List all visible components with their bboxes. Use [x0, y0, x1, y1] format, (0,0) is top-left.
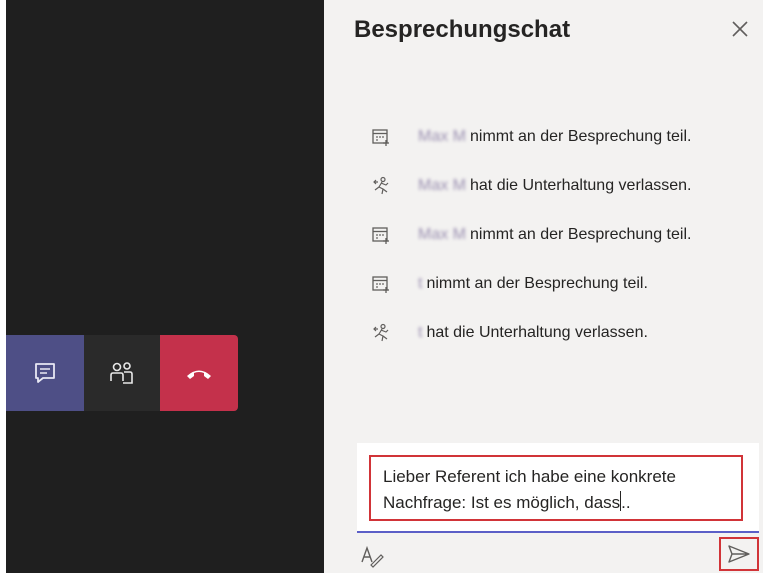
participant-name: t: [418, 323, 423, 341]
event-text: nimmt an der Besprechung teil.: [470, 127, 692, 145]
message-input[interactable]: Lieber Referent ich habe eine konkrete N…: [369, 455, 743, 521]
participant-name: t: [418, 274, 423, 292]
format-text-icon: [361, 545, 384, 568]
close-button[interactable]: [729, 18, 751, 40]
format-button[interactable]: [360, 544, 384, 568]
message-line-2: Nachfrage: Ist es möglich, dass: [383, 493, 621, 512]
hang-up-icon: [187, 370, 211, 379]
message-line-2-tail: ..: [621, 493, 631, 512]
chat-icon: [35, 363, 55, 383]
chat-panel-title: Besprechungschat: [354, 16, 571, 43]
chat-panel: Besprechungschat Max M nimmt an der Besp…: [324, 0, 763, 573]
event-text: nimmt an der Besprechung teil.: [426, 274, 648, 292]
chat-event-list: Max M nimmt an der Besprechung teil. Max…: [370, 112, 691, 357]
chat-event: Max M nimmt an der Besprechung teil.: [370, 210, 691, 259]
hang-up-button[interactable]: [160, 335, 238, 411]
call-controls-bar: [6, 335, 238, 411]
message-line-1: Lieber Referent ich habe eine konkrete: [383, 467, 676, 486]
chat-event: t hat die Unterhaltung verlassen.: [370, 308, 691, 357]
chat-event: Max M hat die Unterhaltung verlassen.: [370, 161, 691, 210]
calendar-join-icon: [370, 224, 392, 246]
message-compose-area[interactable]: Lieber Referent ich habe eine konkrete N…: [357, 443, 759, 533]
chat-event: t nimmt an der Besprechung teil.: [370, 259, 691, 308]
calendar-join-icon: [370, 273, 392, 295]
participant-name: Max M: [418, 127, 466, 145]
participant-name: Max M: [418, 176, 466, 194]
close-icon: [732, 21, 748, 37]
event-text: nimmt an der Besprechung teil.: [470, 225, 692, 243]
meeting-stage: [6, 0, 324, 573]
show-chat-button[interactable]: [6, 335, 84, 411]
send-icon: [728, 545, 750, 563]
participant-name: Max M: [418, 225, 466, 243]
person-leave-icon: [370, 322, 392, 344]
calendar-join-icon: [370, 126, 392, 148]
event-text: hat die Unterhaltung verlassen.: [426, 323, 648, 341]
send-button[interactable]: [719, 537, 759, 571]
participants-icon: [110, 362, 133, 384]
chat-event: Max M nimmt an der Besprechung teil.: [370, 112, 691, 161]
person-leave-icon: [370, 175, 392, 197]
event-text: hat die Unterhaltung verlassen.: [470, 176, 692, 194]
show-participants-button[interactable]: [84, 335, 160, 411]
